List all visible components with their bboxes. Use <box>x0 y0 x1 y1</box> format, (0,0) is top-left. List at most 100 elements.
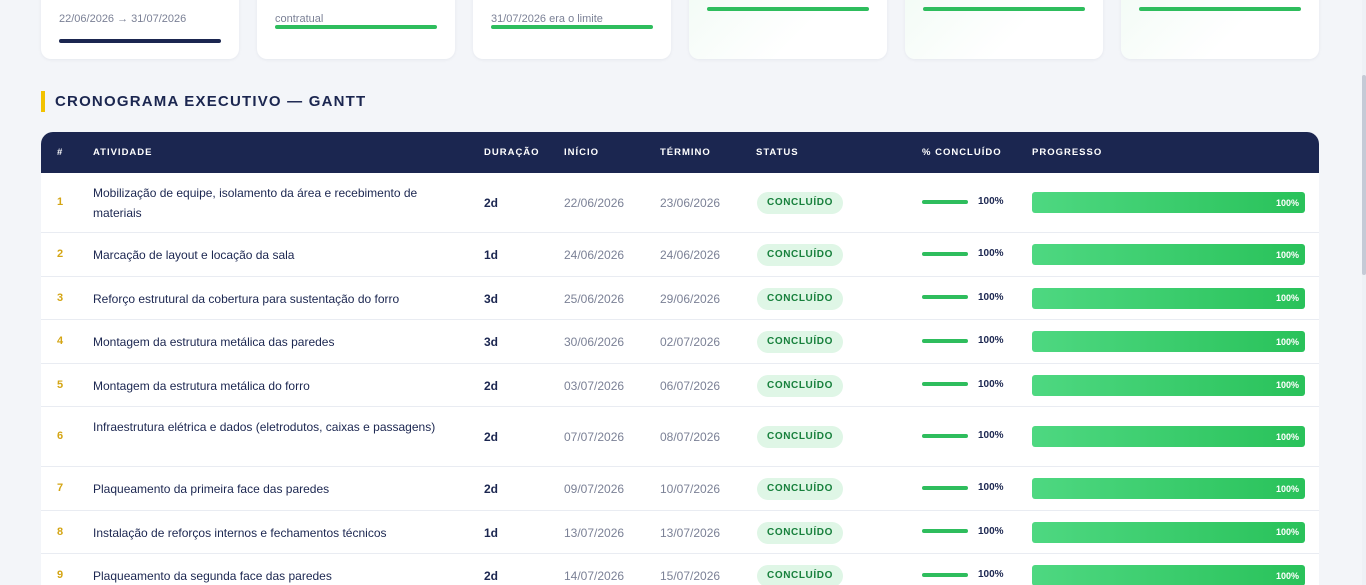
row-progress-bar: 100% <box>1032 331 1305 352</box>
row-activity: Marcação de layout e locação da sala <box>93 248 295 262</box>
kpi-card-bar <box>275 25 437 29</box>
header-status: STATUS <box>756 147 799 158</box>
row-status: CONCLUÍDO <box>757 478 843 500</box>
kpi-card-bar <box>707 7 869 11</box>
header-num: # <box>57 147 64 158</box>
status-badge: CONCLUÍDO <box>757 478 843 500</box>
progress-label: 100% <box>1275 570 1299 581</box>
kpi-card-deadline: 31/07/2026 era o limite <box>473 0 671 59</box>
row-start-date: 25/06/2026 <box>564 291 625 306</box>
progress-fill: 100% <box>1032 565 1305 585</box>
table-row[interactable]: 7 Plaqueamento da primeira face das pared… <box>41 467 1319 511</box>
progress-label: 100% <box>1275 336 1299 347</box>
table-row[interactable]: 6 Infraestrutura elétrica e dados (eletro… <box>41 407 1319 467</box>
row-end-date: 15/07/2026 <box>660 569 721 583</box>
kpi-card <box>905 0 1103 59</box>
status-badge: CONCLUÍDO <box>757 521 843 544</box>
row-start-date: 30/06/2026 <box>564 335 625 349</box>
progress-fill: 100% <box>1032 287 1305 309</box>
progress-label: 100% <box>1275 249 1299 260</box>
table-row[interactable]: 2 Marcação de layout e locação da sala 1d 2… <box>41 233 1319 277</box>
row-progress-bar: 100% <box>1032 287 1305 309</box>
row-progress-bar: 100% <box>1032 426 1305 447</box>
row-end-date: 13/07/2026 <box>660 525 721 540</box>
scrollbar-thumb[interactable] <box>1362 75 1366 275</box>
progress-fill: 100% <box>1032 244 1305 265</box>
row-end-date: 08/07/2026 <box>660 430 721 444</box>
row-start-date: 07/07/2026 <box>564 430 625 444</box>
percent-text: 100% <box>978 569 1004 580</box>
row-number: 3 <box>57 291 64 304</box>
row-number: 6 <box>57 430 64 442</box>
row-status: CONCLUÍDO <box>757 565 843 585</box>
mini-progress-bar <box>922 199 968 204</box>
row-activity: Montagem da estrutura metálica das pared… <box>93 335 335 349</box>
progress-fill: 100% <box>1032 426 1305 447</box>
percent-text: 100% <box>978 525 1004 537</box>
row-progress-bar: 100% <box>1032 565 1305 585</box>
row-duration: 2d <box>484 378 499 393</box>
status-badge: CONCLUÍDO <box>757 244 843 266</box>
row-end-date: 23/06/2026 <box>660 196 721 210</box>
progress-fill: 100% <box>1032 521 1305 543</box>
progress-fill: 100% <box>1032 374 1305 396</box>
table-row[interactable]: 8 Instalação de reforços internos e fecha… <box>41 511 1319 554</box>
row-number: 2 <box>57 248 64 260</box>
table-row[interactable]: 5 Montagem da estrutura metálica do forro… <box>41 364 1319 407</box>
row-activity: Infraestrutura elétrica e dados (eletrod… <box>93 420 436 434</box>
progress-label: 100% <box>1275 483 1299 494</box>
row-duration: 1d <box>484 525 499 540</box>
kpi-card-bar <box>59 39 221 43</box>
table-header: # ATIVIDADE DURAÇÃO INÍCIO TÉRMINO STATU… <box>41 132 1319 173</box>
row-number: 9 <box>57 569 64 581</box>
status-badge: CONCLUÍDO <box>757 426 843 448</box>
row-progress-bar: 100% <box>1032 478 1305 499</box>
row-percent: 100% <box>922 526 1004 537</box>
status-badge: CONCLUÍDO <box>757 331 843 353</box>
table-row[interactable]: 3 Reforço estrutural da cobertura para su… <box>41 277 1319 320</box>
page: 22/06/2026 → 31/07/2026 contratual 31/07… <box>0 0 1366 585</box>
row-start-date: 03/07/2026 <box>564 378 625 393</box>
kpi-card-bar <box>491 25 653 29</box>
row-number: 7 <box>57 482 64 494</box>
kpi-card-subtitle: 31/07/2026 era o limite <box>491 13 603 25</box>
row-percent: 100% <box>922 196 1004 207</box>
kpi-cards: 22/06/2026 → 31/07/2026 contratual 31/07… <box>41 0 1319 59</box>
status-badge: CONCLUÍDO <box>757 192 843 214</box>
kpi-card-contract: contratual <box>257 0 455 59</box>
gantt-table: # ATIVIDADE DURAÇÃO INÍCIO TÉRMINO STATU… <box>41 132 1319 585</box>
mini-progress-bar <box>922 485 968 490</box>
row-status: CONCLUÍDO <box>757 374 843 397</box>
row-start-date: 13/07/2026 <box>564 525 625 540</box>
progress-fill: 100% <box>1032 331 1305 352</box>
row-end-date: 10/07/2026 <box>660 482 721 496</box>
percent-text: 100% <box>978 482 1004 493</box>
row-activity: Reforço estrutural da cobertura para sus… <box>93 291 400 306</box>
row-progress-bar: 100% <box>1032 374 1305 396</box>
status-badge: CONCLUÍDO <box>757 287 843 310</box>
row-end-date: 02/07/2026 <box>660 335 721 349</box>
kpi-card-period: 22/06/2026 → 31/07/2026 <box>41 0 239 59</box>
row-start-date: 24/06/2026 <box>564 248 625 262</box>
row-progress-bar: 100% <box>1032 192 1305 213</box>
table-row[interactable]: 1 Mobilização de equipe, isolamento da ár… <box>41 173 1319 233</box>
percent-text: 100% <box>978 378 1004 390</box>
row-end-date: 29/06/2026 <box>660 291 721 306</box>
row-percent: 100% <box>922 569 1004 580</box>
header-start: INÍCIO <box>564 147 600 158</box>
progress-label: 100% <box>1275 293 1299 303</box>
progress-label: 100% <box>1275 527 1299 537</box>
table-row[interactable]: 4 Montagem da estrutura metálica das pare… <box>41 320 1319 364</box>
table-row[interactable]: 9 Plaqueamento da segunda face das parede… <box>41 554 1319 585</box>
page-scrollbar[interactable] <box>1362 0 1366 585</box>
percent-text: 100% <box>978 430 1004 441</box>
mini-progress-bar <box>922 433 968 438</box>
row-percent: 100% <box>922 482 1004 493</box>
row-percent: 100% <box>922 248 1004 259</box>
mini-progress-bar <box>922 529 968 533</box>
row-status: CONCLUÍDO <box>757 426 843 448</box>
row-number: 4 <box>57 335 64 347</box>
row-start-date: 09/07/2026 <box>564 482 625 496</box>
header-activity: ATIVIDADE <box>93 147 153 158</box>
progress-label: 100% <box>1275 431 1299 442</box>
